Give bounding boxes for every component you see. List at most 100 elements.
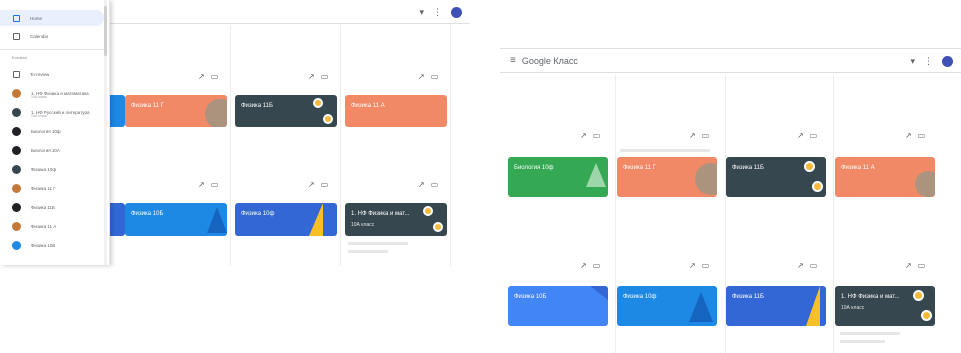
card-actions: ↗ ▭ xyxy=(689,131,709,140)
card-actions: ↗ ▭ xyxy=(418,72,438,81)
class-card-title: 1. НФ Физика и мат... xyxy=(841,294,900,300)
sidebar-section-label: Enrolled xyxy=(12,55,27,60)
sidebar-item-label: Биология 10ф xyxy=(31,128,61,134)
sidebar-item-class[interactable]: Физика 10Б xyxy=(0,237,104,253)
sidebar-divider xyxy=(0,49,104,50)
class-card[interactable]: Физика 11Б xyxy=(235,95,337,127)
trending-icon[interactable]: ↗ xyxy=(198,72,205,81)
trending-icon[interactable]: ↗ xyxy=(905,261,912,270)
sidebar-item-class[interactable]: Биология 10ф xyxy=(0,123,104,139)
folder-icon[interactable]: ▭ xyxy=(918,261,926,270)
left-top-bar: ▾ ⋮ xyxy=(100,0,470,24)
trending-icon[interactable]: ↗ xyxy=(797,131,804,140)
class-card[interactable]: Физика 10Б xyxy=(508,286,608,326)
sidebar-item-class[interactable]: Биология 10А xyxy=(0,142,104,158)
class-card[interactable]: Физика 11Б xyxy=(726,157,826,197)
sidebar-item-class[interactable]: Физика 10ф xyxy=(0,161,104,177)
grid-divider xyxy=(340,26,341,266)
trending-icon[interactable]: ↗ xyxy=(905,131,912,140)
class-card-subtitle: 10А класс xyxy=(351,222,375,228)
sidebar-item-class[interactable]: 1. НФ Физика и математика 10А класс xyxy=(0,85,104,101)
sidebar-item-label: Физика 10Б xyxy=(31,242,56,248)
folder-icon[interactable]: ▭ xyxy=(321,180,329,189)
scrollbar-thumb[interactable] xyxy=(104,6,107,56)
class-card[interactable]: Физика 10ф xyxy=(617,286,717,326)
home-icon xyxy=(13,14,20,22)
class-card[interactable]: Физика 11 А xyxy=(345,95,447,127)
trending-icon[interactable]: ↗ xyxy=(797,261,804,270)
folder-icon[interactable]: ▭ xyxy=(702,261,710,270)
sidebar: Home Calendar Enrolled To-review 1. НФ Ф… xyxy=(0,0,110,265)
sidebar-item-to-review[interactable]: To-review xyxy=(0,66,104,82)
trending-icon[interactable]: ↗ xyxy=(198,180,205,189)
class-card[interactable]: Физика 11 А xyxy=(835,157,935,197)
sidebar-item-label: Физика 11Б xyxy=(31,204,55,210)
sidebar-item-calendar[interactable]: Calendar xyxy=(0,28,104,44)
folder-icon[interactable]: ▭ xyxy=(211,72,219,81)
grid-divider xyxy=(833,75,834,353)
avatar[interactable] xyxy=(942,55,953,67)
sidebar-item-label: Биология 10А xyxy=(31,147,60,153)
avatar[interactable] xyxy=(451,6,462,18)
right-window: ≡ Google Класс ▾ ⋮ ↗ ▭ ↗ ▭ ↗ ▭ ↗ ▭ Биоло… xyxy=(500,48,961,353)
sidebar-item-class[interactable]: Физика 11Б xyxy=(0,199,104,215)
chevron-down-icon[interactable]: ▾ xyxy=(419,7,424,18)
class-avatar-icon xyxy=(12,126,21,136)
card-actions: ↗ ▭ xyxy=(580,131,600,140)
trending-icon[interactable]: ↗ xyxy=(418,72,425,81)
sidebar-item-label: To-review xyxy=(30,71,50,77)
folder-icon[interactable]: ▭ xyxy=(918,131,926,140)
card-actions: ↗ ▭ xyxy=(198,72,218,81)
folder-icon[interactable]: ▭ xyxy=(593,131,601,140)
class-avatar-icon xyxy=(12,202,21,212)
sidebar-item-class[interactable]: Физика 11 Г xyxy=(0,180,104,196)
class-card-subtitle: 10А класс xyxy=(841,305,865,311)
chevron-down-icon[interactable]: ▾ xyxy=(910,56,915,67)
folder-icon[interactable]: ▭ xyxy=(593,261,601,270)
sidebar-item-home[interactable]: Home xyxy=(0,10,104,26)
sidebar-scrollbar[interactable] xyxy=(104,0,107,265)
trending-icon[interactable]: ↗ xyxy=(308,72,315,81)
sidebar-item-label: Calendar xyxy=(30,33,49,39)
folder-icon[interactable]: ▭ xyxy=(431,180,439,189)
class-card-title: Физика 11Б xyxy=(732,294,764,300)
trending-icon[interactable]: ↗ xyxy=(689,131,696,140)
card-footer-line xyxy=(348,242,408,245)
folder-icon[interactable]: ▭ xyxy=(431,72,439,81)
class-card[interactable]: Биология 10ф xyxy=(508,157,608,197)
folder-icon[interactable]: ▭ xyxy=(211,180,219,189)
card-actions: ↗ ▭ xyxy=(905,131,925,140)
folder-icon[interactable]: ▭ xyxy=(702,131,710,140)
card-actions: ↗ ▭ xyxy=(418,180,438,189)
class-card[interactable]: Физика 10ф xyxy=(235,203,337,236)
sidebar-item-class[interactable]: Физика 11 А xyxy=(0,218,104,234)
sidebar-item-label: Физика 11 Г xyxy=(31,185,56,191)
class-card-title: Физика 10Б xyxy=(514,294,547,300)
menu-icon[interactable]: ≡ xyxy=(510,55,516,66)
folder-icon[interactable]: ▭ xyxy=(810,131,818,140)
sidebar-item-label: Физика 10ф xyxy=(31,166,57,172)
card-footer-line xyxy=(840,340,885,343)
apps-icon[interactable]: ⋮ xyxy=(924,56,933,67)
class-card[interactable]: 1. НФ Физика и мат... 10А класс xyxy=(345,203,447,236)
trending-icon[interactable]: ↗ xyxy=(689,261,696,270)
trending-icon[interactable]: ↗ xyxy=(418,180,425,189)
class-card-title: Биология 10ф xyxy=(514,165,554,171)
folder-icon[interactable]: ▭ xyxy=(321,72,329,81)
class-card-title: Физика 11 Г xyxy=(623,165,656,171)
class-card[interactable]: Физика 10Б xyxy=(125,203,227,236)
class-card[interactable]: Физика 11Б xyxy=(726,286,826,326)
class-card[interactable]: Физика 11 Г xyxy=(125,95,227,127)
class-card[interactable]: Физика 11 Г xyxy=(617,157,717,197)
class-avatar-icon xyxy=(12,145,21,155)
sidebar-item-label: Физика 11 А xyxy=(31,223,57,229)
folder-icon[interactable]: ▭ xyxy=(810,261,818,270)
apps-icon[interactable]: ⋮ xyxy=(433,7,442,18)
trending-icon[interactable]: ↗ xyxy=(580,131,587,140)
sidebar-item-class[interactable]: 1. НФ Русский и литература 10А класс xyxy=(0,104,104,120)
trending-icon[interactable]: ↗ xyxy=(308,180,315,189)
class-avatar-icon xyxy=(12,88,21,98)
trending-icon[interactable]: ↗ xyxy=(580,261,587,270)
sidebar-item-sublabel: 10А класс xyxy=(31,114,48,118)
class-card[interactable]: 1. НФ Физика и мат... 10А класс xyxy=(835,286,935,326)
